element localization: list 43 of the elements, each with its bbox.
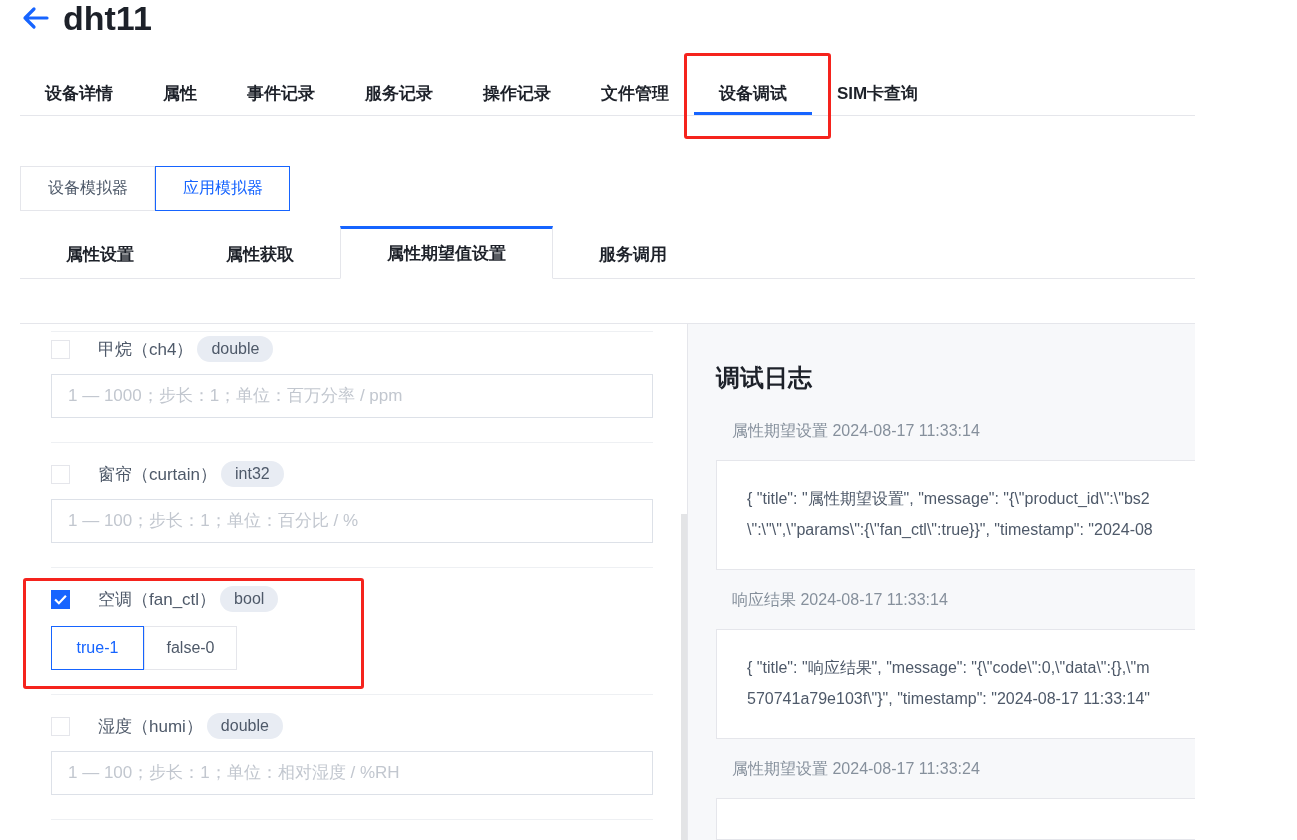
log-text: 570741a79e103f\"}", "timestamp": "2024-08-17 11:33:14" xyxy=(747,689,1151,709)
option-button[interactable]: false-0 xyxy=(144,626,237,670)
sub-tab[interactable]: 属性获取 xyxy=(180,226,340,279)
type-tag: int32 xyxy=(221,461,284,487)
tab[interactable]: SIM卡查询 xyxy=(812,74,944,115)
sub-tab[interactable]: 属性期望值设置 xyxy=(340,226,553,279)
value-input-field[interactable]: 1 — 1000；步长：1；单位：百万分率 / ppm xyxy=(51,374,653,418)
log-text: { "title": "响应结果", "message": "{\"code\":0,\"data\":{},\"m xyxy=(747,658,1151,678)
log-entry-header: 属性期望设置 2024-08-17 11:33:24 xyxy=(732,759,981,779)
value-input-field[interactable]: 1 — 100；步长：1；单位：相对湿度 / %RH xyxy=(51,751,653,795)
sub-tab[interactable]: 服务调用 xyxy=(553,226,713,279)
log-title: 调试日志 xyxy=(716,363,813,393)
back-arrow-icon[interactable] xyxy=(21,6,49,30)
tab[interactable]: 属性 xyxy=(138,74,222,115)
property-name: 窗帘 xyxy=(98,463,132,486)
tab[interactable]: 操作记录 xyxy=(458,74,576,115)
log-entry-header: 属性期望设置 2024-08-17 11:33:14 xyxy=(732,421,981,441)
tab[interactable]: 事件记录 xyxy=(222,74,340,115)
property-identifier: （ch4） xyxy=(132,338,194,361)
tab[interactable]: 设备详情 xyxy=(20,74,138,115)
value-input-field[interactable]: 1 — 100；步长：1；单位：百分比 / % xyxy=(51,499,653,543)
tab[interactable]: 文件管理 xyxy=(576,74,694,115)
page-title: dht11 xyxy=(63,0,152,36)
tab[interactable]: 服务记录 xyxy=(340,74,458,115)
type-tag: double xyxy=(197,336,274,362)
property-identifier: （fan_ctl） xyxy=(132,588,217,611)
sub-tab[interactable]: 属性设置 xyxy=(20,226,180,279)
checkbox[interactable] xyxy=(51,589,70,609)
property-name: 甲烷 xyxy=(98,338,132,361)
property-name: 湿度 xyxy=(98,715,132,738)
log-text: { "title": "属性期望设置", "message": "{\"product_id\":\"bs2 xyxy=(747,489,1151,509)
log-entry-header: 响应结果 2024-08-17 11:33:14 xyxy=(732,590,949,610)
scrollbar-thumb[interactable] xyxy=(681,514,687,840)
type-tag: double xyxy=(206,713,283,739)
property-identifier: （curtain） xyxy=(132,463,218,486)
option-button[interactable]: true-1 xyxy=(51,626,144,670)
tab[interactable]: 设备调试 xyxy=(694,74,812,115)
property-name: 空调 xyxy=(98,588,132,611)
property-identifier: （humi） xyxy=(132,715,203,738)
simulator-toggle[interactable]: 应用模拟器 xyxy=(155,166,290,211)
log-text: \":\"\",\"params\":{\"fan_ctl\":true}}", "timestamp": "2024-08 xyxy=(747,520,1154,540)
type-tag: bool xyxy=(220,586,279,612)
simulator-toggle[interactable]: 设备模拟器 xyxy=(20,166,155,211)
